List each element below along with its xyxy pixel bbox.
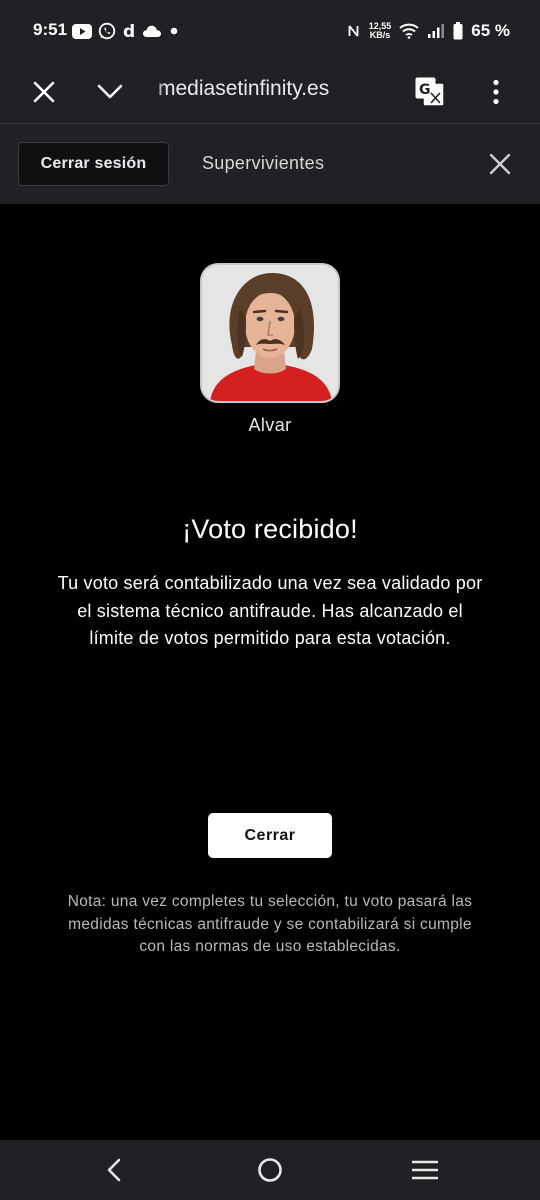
close-icon xyxy=(489,153,511,175)
wifi-icon xyxy=(399,23,419,39)
candidate-name: Alvar xyxy=(248,415,292,435)
system-icons: 12,55 KB/s 65 % xyxy=(347,18,510,44)
chevron-down-icon xyxy=(97,84,123,99)
nfc-icon xyxy=(348,25,359,37)
d-app-icon: d xyxy=(123,22,135,40)
section-title: Supervivientes xyxy=(202,153,325,173)
svg-text:G: G xyxy=(419,82,431,98)
battery-percentage: 65 % xyxy=(471,21,510,40)
home-button[interactable] xyxy=(240,1148,300,1192)
battery-icon xyxy=(453,22,463,40)
menu-button[interactable] xyxy=(472,68,520,116)
confirmation-title: ¡Voto recibido! xyxy=(182,514,358,544)
network-speed-unit: KB/s xyxy=(369,30,391,40)
close-icon xyxy=(33,81,55,103)
whatsapp-icon xyxy=(98,22,116,40)
status-time: 9:51 xyxy=(33,20,68,39)
translate-icon: G xyxy=(415,77,445,107)
back-button[interactable] xyxy=(84,1148,144,1192)
close-button[interactable]: Cerrar xyxy=(208,813,332,858)
candidate-photo xyxy=(200,263,340,403)
disclaimer-note: Nota: una vez completes tu selección, tu… xyxy=(67,893,473,955)
url-text[interactable]: mediasetinfinity.es xyxy=(158,77,329,101)
more-vert-icon xyxy=(493,79,499,105)
notification-icons: d xyxy=(72,20,180,42)
confirmation-message: Tu voto será contabilizado una vez sea v… xyxy=(57,573,483,648)
candidate-portrait xyxy=(202,265,338,401)
cloud-icon xyxy=(143,25,161,37)
close-voting-button[interactable] xyxy=(482,146,518,182)
close-tab-button[interactable] xyxy=(20,68,68,116)
url-fade xyxy=(150,60,164,122)
dot-icon xyxy=(170,27,178,35)
recents-icon xyxy=(412,1160,438,1180)
status-bar: 9:51 d 12,55 KB/s 65 % xyxy=(0,0,540,60)
system-navigation-bar xyxy=(0,1140,540,1200)
youtube-icon xyxy=(72,23,92,39)
custom-tab-bar: mediasetinfinity.es G xyxy=(0,60,540,124)
translate-button[interactable]: G xyxy=(406,68,454,116)
page-header: Cerrar sesión Supervivientes xyxy=(0,124,540,204)
back-icon xyxy=(107,1158,121,1182)
network-speed: 12,55 KB/s xyxy=(369,22,392,40)
recents-button[interactable] xyxy=(395,1148,455,1192)
vote-confirmation: Alvar ¡Voto recibido! Tu voto será conta… xyxy=(0,204,540,1140)
home-icon xyxy=(258,1158,282,1182)
svg-text:d: d xyxy=(123,22,135,40)
signal-icon xyxy=(428,24,445,38)
logout-button[interactable]: Cerrar sesión xyxy=(18,142,169,186)
minimize-tab-button[interactable] xyxy=(86,68,134,116)
